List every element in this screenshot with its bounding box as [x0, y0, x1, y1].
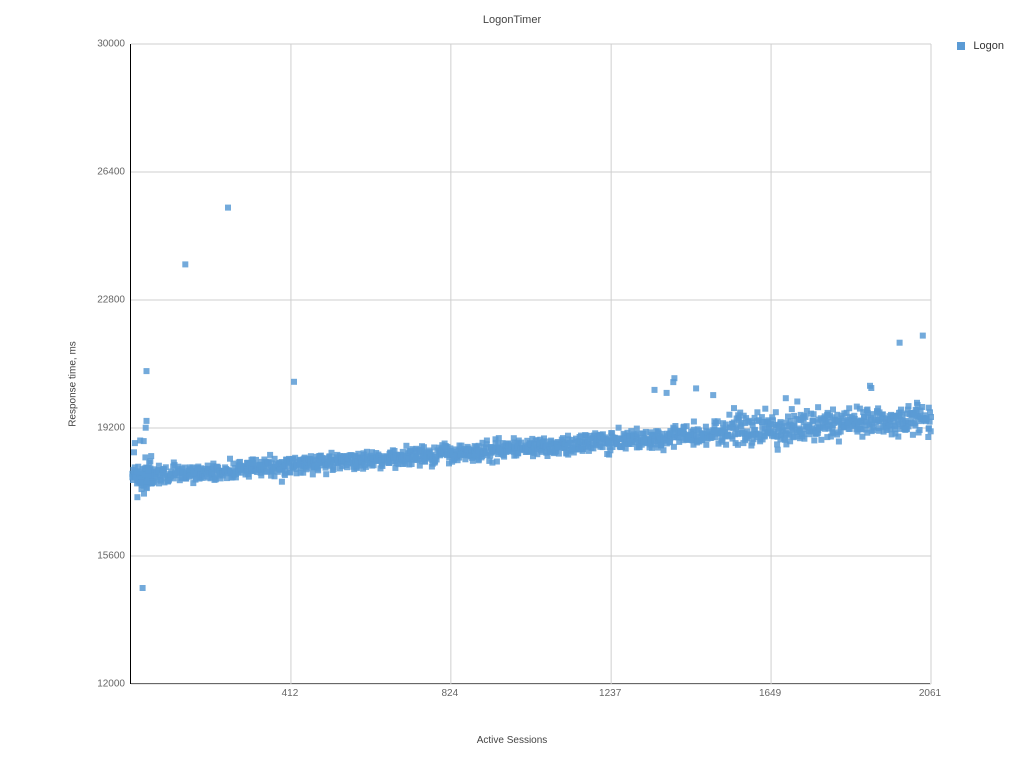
- x-tick-label: 824: [442, 688, 459, 699]
- gridlines: [131, 44, 931, 684]
- y-tick-label: 26400: [65, 167, 125, 178]
- plot-area: [130, 44, 930, 684]
- chart-stage: LogonTimer Logon 12000156001920022800264…: [0, 0, 1024, 768]
- x-tick-label: 1237: [599, 688, 621, 699]
- legend-swatch-icon: [957, 42, 965, 50]
- y-tick-label: 12000: [65, 679, 125, 690]
- y-tick-label: 22800: [65, 295, 125, 306]
- x-tick-label: 1649: [759, 688, 781, 699]
- x-tick-label: 2061: [919, 688, 941, 699]
- plot-svg: [131, 44, 931, 684]
- x-tick-label: 412: [282, 688, 299, 699]
- legend: Logon: [957, 40, 1004, 52]
- legend-item-label: Logon: [973, 40, 1004, 52]
- x-axis-label: Active Sessions: [0, 735, 1024, 746]
- y-tick-label: 30000: [65, 39, 125, 50]
- chart-title: LogonTimer: [0, 14, 1024, 26]
- y-tick-label: 15600: [65, 551, 125, 562]
- y-axis-label: Response time, ms: [67, 341, 78, 427]
- scatter-points: [129, 205, 934, 591]
